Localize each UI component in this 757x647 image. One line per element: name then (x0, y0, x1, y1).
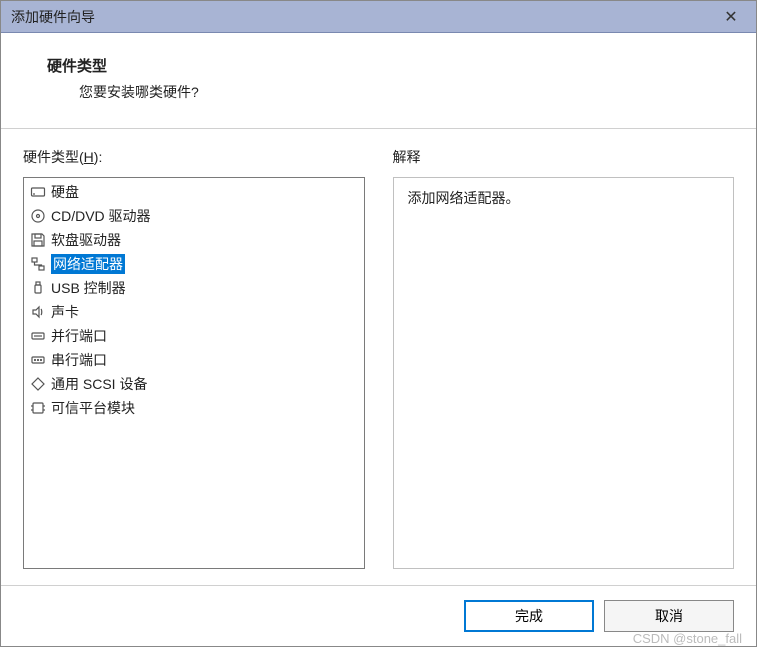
list-item[interactable]: 可信平台模块 (25, 396, 363, 420)
parallel-icon (29, 327, 47, 345)
finish-button[interactable]: 完成 (464, 600, 594, 632)
cd-dvd-icon (29, 207, 47, 225)
content-area: 硬件类型(H): 硬盘 CD/DVD 驱动器软盘驱动器网络适配器 USB 控制器声卡… (1, 129, 756, 585)
description-text: 添加网络适配器。 (408, 190, 520, 206)
list-item-label: USB 控制器 (51, 278, 126, 298)
sound-icon (29, 303, 47, 321)
wizard-window: 添加硬件向导 ✕ 硬件类型 您要安装哪类硬件? 硬件类型(H): 硬盘 CD/DV… (0, 0, 757, 647)
list-item[interactable]: 并行端口 (25, 324, 363, 348)
hardware-listbox[interactable]: 硬盘 CD/DVD 驱动器软盘驱动器网络适配器 USB 控制器声卡并行端口串行端口通… (23, 177, 365, 569)
footer: 完成 取消 (1, 585, 756, 646)
hard-disk-icon (29, 183, 47, 201)
left-panel: 硬件类型(H): 硬盘 CD/DVD 驱动器软盘驱动器网络适配器 USB 控制器声卡… (23, 147, 365, 569)
list-item-label: 硬盘 (51, 182, 79, 202)
scsi-icon (29, 375, 47, 393)
list-item-label: 可信平台模块 (51, 398, 135, 418)
titlebar: 添加硬件向导 ✕ (1, 1, 756, 33)
header-title: 硬件类型 (47, 55, 724, 76)
header-subtitle: 您要安装哪类硬件? (47, 82, 724, 102)
network-icon (29, 255, 47, 273)
close-button[interactable]: ✕ (706, 1, 756, 33)
hardware-type-label: 硬件类型(H): (23, 147, 365, 167)
cancel-button[interactable]: 取消 (604, 600, 734, 632)
list-item[interactable]: 声卡 (25, 300, 363, 324)
description-label: 解释 (393, 147, 735, 167)
usb-icon (29, 279, 47, 297)
serial-icon (29, 351, 47, 369)
list-item-label: 通用 SCSI 设备 (51, 374, 147, 394)
list-item[interactable]: CD/DVD 驱动器 (25, 204, 363, 228)
list-item-label: 软盘驱动器 (51, 230, 121, 250)
list-item-label: 声卡 (51, 302, 79, 322)
description-box: 添加网络适配器。 (393, 177, 735, 569)
list-item[interactable]: 通用 SCSI 设备 (25, 372, 363, 396)
window-title: 添加硬件向导 (11, 7, 706, 27)
list-item[interactable]: USB 控制器 (25, 276, 363, 300)
list-item-label: 网络适配器 (51, 254, 125, 274)
close-icon: ✕ (724, 7, 737, 27)
list-item[interactable]: 软盘驱动器 (25, 228, 363, 252)
right-panel: 解释 添加网络适配器。 (393, 147, 735, 569)
list-item-label: 串行端口 (51, 350, 107, 370)
wizard-header: 硬件类型 您要安装哪类硬件? (1, 33, 756, 129)
list-item[interactable]: 串行端口 (25, 348, 363, 372)
tpm-icon (29, 399, 47, 417)
floppy-icon (29, 231, 47, 249)
list-item[interactable]: 网络适配器 (25, 252, 363, 276)
list-item-label: 并行端口 (51, 326, 107, 346)
list-item-label: CD/DVD 驱动器 (51, 206, 151, 226)
list-item[interactable]: 硬盘 (25, 180, 363, 204)
